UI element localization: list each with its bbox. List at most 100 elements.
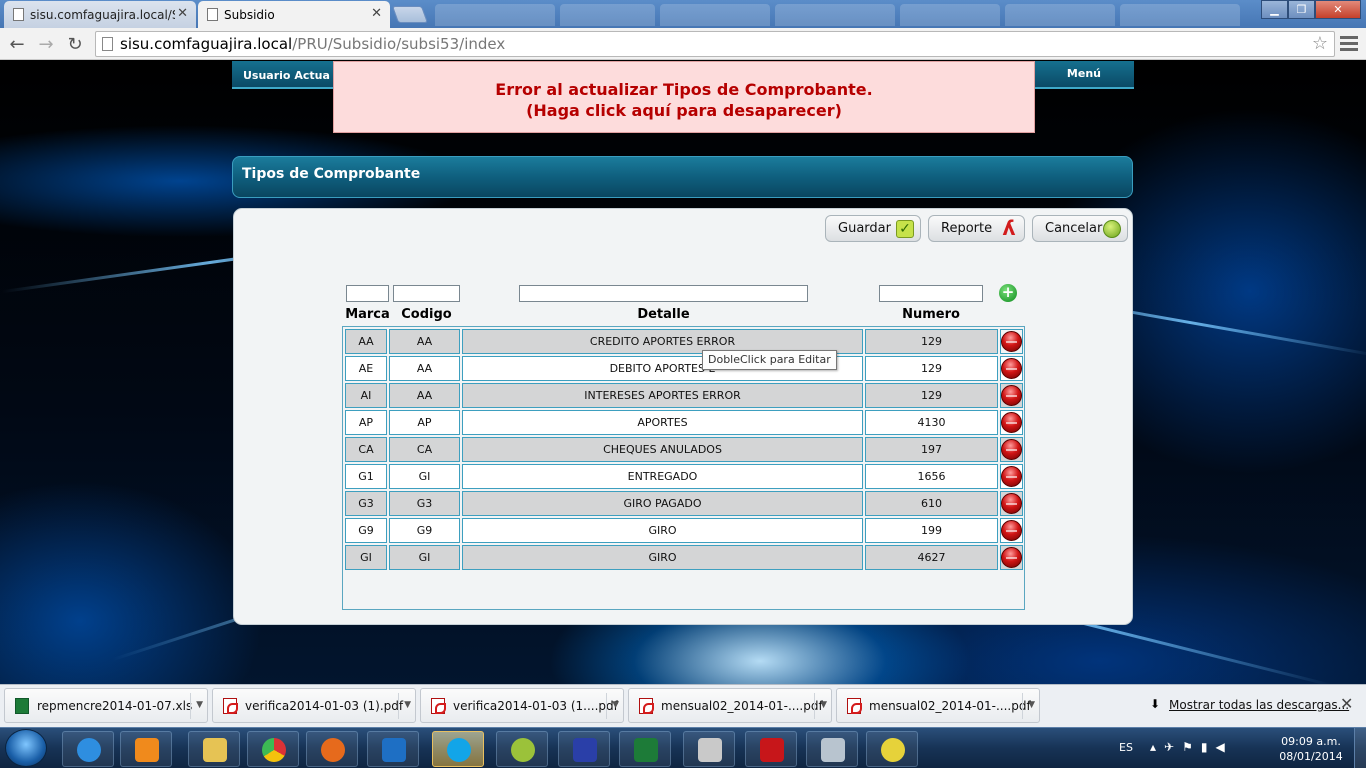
cell-codigo: G9 [389,518,460,543]
cell-numero: 129 [865,383,998,408]
separator [814,693,815,719]
system-tray-icons[interactable]: ▴✈⚑▮◀ [1150,740,1233,754]
browser-tabstrip: sisu.comfaguajira.local/SY ✕ Subsidio ✕ … [0,0,1366,28]
cell-marca: GI [345,545,387,570]
close-tab-icon[interactable]: ✕ [371,6,382,21]
cell-detalle: GIRO PAGADO [462,491,863,516]
close-window-icon[interactable]: ✕ [1315,0,1361,19]
close-tab-icon[interactable]: ✕ [177,6,188,21]
forward-icon[interactable]: → [35,33,57,55]
delete-icon[interactable] [1001,439,1022,460]
language-indicator[interactable]: ES [1119,741,1133,754]
restore-icon[interactable]: ❐ [1288,0,1315,19]
show-desktop-button[interactable] [1354,728,1366,768]
cell-marca: CA [345,437,387,462]
tooltip: DobleClick para Editar [702,350,837,370]
cell-numero: 129 [865,356,998,381]
folder-icon[interactable] [188,731,240,767]
download-item[interactable]: verifica2014-01-03 (1).pdf ▼ [212,688,416,723]
save-app-icon[interactable] [558,731,610,767]
network-tool-icon[interactable] [683,731,735,767]
delete-icon[interactable] [1001,331,1022,352]
acrobat-icon[interactable] [745,731,797,767]
minimize-icon[interactable]: ▁ [1261,0,1288,19]
media-player-icon[interactable] [120,731,172,767]
delete-icon[interactable] [1001,358,1022,379]
phone-app-icon[interactable] [866,731,918,767]
delete-icon[interactable] [1001,547,1022,568]
cell-codigo: G3 [389,491,460,516]
browser-toolbar: ← → ↻ sisu.comfaguajira.local/PRU/Subsid… [0,28,1366,60]
reporte-button[interactable]: Reporte ʎ [928,215,1025,242]
calculator-icon[interactable] [806,731,858,767]
download-item[interactable]: verifica2014-01-03 (1....pdf ▼ [420,688,624,723]
error-line-1: Error al actualizar Tipos de Comprobante… [495,80,873,99]
cell-codigo: GI [389,545,460,570]
show-all-downloads-link[interactable]: Mostrar todas las descargas... [1169,698,1349,712]
guardar-button[interactable]: Guardar ✓ [825,215,921,242]
internet-explorer-icon[interactable] [62,731,114,767]
chevron-down-icon[interactable]: ▼ [612,700,619,710]
browser-tab-1[interactable]: sisu.comfaguajira.local/SY ✕ [4,1,196,28]
download-item[interactable]: repmencre2014-01-07.xls ▼ [4,688,208,723]
new-tab-button[interactable] [391,6,429,23]
codigo-filter-input[interactable] [393,285,460,302]
chat-app-icon[interactable] [496,731,548,767]
cell-detalle: CHEQUES ANULADOS [462,437,863,462]
pdf-file-icon [431,698,446,714]
browser-tab-2[interactable]: Subsidio ✕ [198,1,390,28]
error-line-2: (Haga click aquí para desaparecer) [526,101,842,120]
chevron-down-icon[interactable]: ▼ [1028,700,1035,710]
chrome-icon[interactable] [247,731,299,767]
reporte-label: Reporte [941,221,993,236]
address-bar[interactable]: sisu.comfaguajira.local/PRU/Subsidio/sub… [95,31,1335,57]
download-item[interactable]: mensual02_2014-01-....pdf ▼ [836,688,1040,723]
download-filename: mensual02_2014-01-....pdf [869,698,1031,713]
back-icon[interactable]: ← [6,33,28,55]
reload-icon[interactable]: ↻ [64,33,86,55]
cell-marca: G1 [345,464,387,489]
delete-icon[interactable] [1001,493,1022,514]
delete-icon[interactable] [1001,466,1022,487]
cell-codigo: AA [389,356,460,381]
page-icon [102,37,113,51]
background-tab [1120,4,1240,26]
download-filename: mensual02_2014-01-....pdf [661,698,823,713]
add-icon[interactable]: + [999,284,1017,302]
browser-menu-icon[interactable] [1340,34,1358,52]
skype-icon[interactable] [432,731,484,767]
menu-link[interactable]: Menú [1067,67,1101,80]
bookmark-star-icon[interactable]: ☆ [1312,32,1328,56]
cell-numero: 610 [865,491,998,516]
cell-marca: AP [345,410,387,435]
numero-filter-input[interactable] [879,285,983,302]
delete-icon[interactable] [1001,412,1022,433]
column-header-marca: Marca [345,307,390,322]
chevron-down-icon[interactable]: ▼ [196,700,203,710]
section-header: Tipos de Comprobante [232,156,1133,198]
background-tab [900,4,1000,26]
cell-detalle: GIRO [462,545,863,570]
cell-numero: 197 [865,437,998,462]
system-clock[interactable]: 09:09 a.m. 08/01/2014 [1278,734,1344,764]
detalle-filter-input[interactable] [519,285,808,302]
cell-marca: AE [345,356,387,381]
start-button[interactable] [5,729,47,767]
download-item[interactable]: mensual02_2014-01-....pdf ▼ [628,688,832,723]
error-message[interactable]: Error al actualizar Tipos de Comprobante… [333,61,1035,133]
page-title: Tipos de Comprobante [242,166,421,182]
usuario-label: Usuario Actua [243,69,330,82]
download-icon: ⬇ [1150,697,1161,711]
chevron-down-icon[interactable]: ▼ [820,700,827,710]
cell-marca: G3 [345,491,387,516]
marca-filter-input[interactable] [346,285,389,302]
chevron-down-icon[interactable]: ▼ [404,700,411,710]
delete-icon[interactable] [1001,520,1022,541]
delete-icon[interactable] [1001,385,1022,406]
firefox-icon[interactable] [306,731,358,767]
outlook-icon[interactable] [367,731,419,767]
excel-icon[interactable] [619,731,671,767]
cell-numero: 1656 [865,464,998,489]
cancelar-button[interactable]: Cancelar [1032,215,1128,242]
close-shelf-icon[interactable]: ✕ [1340,694,1353,713]
